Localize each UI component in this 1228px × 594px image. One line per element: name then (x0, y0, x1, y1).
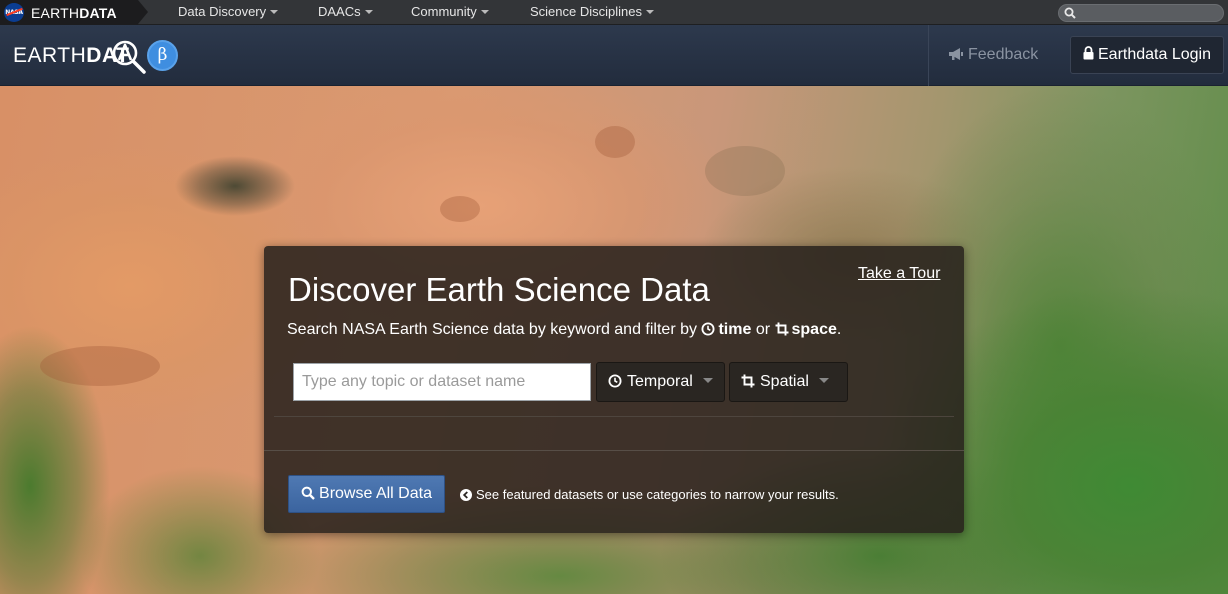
magnifier-a-icon (112, 40, 146, 74)
page-title: Discover Earth Science Data (288, 271, 710, 308)
earthdata-brand[interactable]: NASA EARTHDATA (0, 0, 148, 25)
caret-down-icon (702, 378, 713, 383)
caret-down-icon (364, 10, 373, 14)
top-search-input[interactable] (1058, 4, 1224, 22)
logo-text-light: EARTH (13, 44, 87, 67)
brand-text: EARTHDATA (31, 5, 117, 21)
divider (264, 450, 964, 451)
nav-data-discovery[interactable]: Data Discovery (178, 0, 279, 25)
nav-daacs[interactable]: DAACs (318, 0, 373, 25)
terrain-feature (40, 346, 160, 386)
crop-icon (775, 322, 788, 336)
hint-text: See featured datasets or use categories … (476, 487, 839, 502)
terrain-feature (440, 196, 480, 222)
nasa-logo-text: NASA (5, 9, 23, 16)
header-divider (928, 25, 929, 86)
keyword-search-input[interactable] (293, 363, 591, 401)
caret-down-icon (480, 10, 489, 14)
nav-label: Data Discovery (178, 4, 267, 19)
subtitle-end: . (836, 321, 842, 338)
subtitle-space: space (791, 321, 837, 338)
site-header: EARTHDAT β Feedback Earthdata Login (0, 25, 1228, 86)
beta-badge: β (147, 40, 178, 71)
clock-icon (701, 322, 715, 336)
lock-icon (1083, 46, 1094, 60)
arrow-circle-left-icon (460, 489, 472, 501)
megaphone-icon (949, 48, 963, 60)
temporal-label: Temporal (627, 373, 693, 390)
feedback-label: Feedback (968, 46, 1039, 63)
subtitle: Search NASA Earth Science data by keywor… (287, 321, 841, 339)
take-a-tour-link[interactable]: Take a Tour (858, 265, 940, 283)
nav-label: Community (411, 4, 477, 19)
spatial-filter-button[interactable]: Spatial (729, 362, 848, 402)
login-label: Earthdata Login (1098, 46, 1211, 63)
subtitle-time: time (718, 321, 752, 338)
feedback-link[interactable]: Feedback (948, 46, 1038, 64)
temporal-filter-button[interactable]: Temporal (596, 362, 725, 402)
brand-text-light: EARTH (31, 5, 80, 21)
nav-science-disciplines[interactable]: Science Disciplines (530, 0, 654, 25)
nav-community[interactable]: Community (411, 0, 489, 25)
nav-label: Science Disciplines (530, 4, 642, 19)
brand-text-bold: DATA (79, 5, 117, 21)
nasa-top-bar: NASA EARTHDATA Data Discovery DAACs Comm… (0, 0, 1228, 25)
browse-all-data-button[interactable]: Browse All Data (288, 475, 445, 513)
spatial-label: Spatial (760, 373, 809, 390)
nav-label: DAACs (318, 4, 361, 19)
earthdata-login-button[interactable]: Earthdata Login (1070, 36, 1224, 74)
browse-label: Browse All Data (319, 485, 432, 502)
subtitle-or: or (755, 321, 771, 338)
discover-panel: Discover Earth Science Data Take a Tour … (264, 246, 964, 533)
clock-icon (608, 374, 622, 388)
subtitle-prefix: Search NASA Earth Science data by keywor… (287, 321, 697, 338)
divider (274, 416, 954, 417)
browse-hint: See featured datasets or use categories … (460, 487, 839, 502)
caret-down-icon (818, 378, 829, 383)
crop-icon (741, 374, 755, 388)
caret-down-icon (646, 10, 654, 14)
caret-down-icon (270, 10, 279, 14)
nasa-logo-icon: NASA (4, 3, 24, 22)
terrain-feature (595, 126, 635, 158)
search-icon (301, 486, 315, 500)
terrain-feature (705, 146, 785, 196)
search-icon (1064, 7, 1076, 19)
